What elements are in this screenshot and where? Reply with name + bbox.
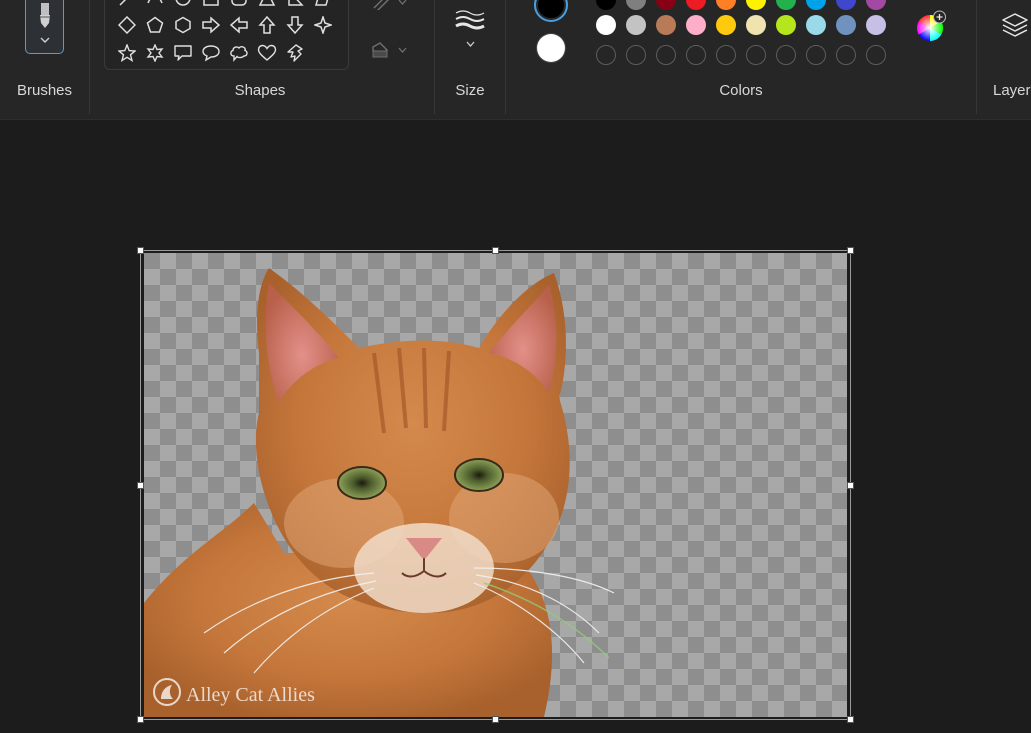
heart-shape-icon[interactable] (255, 42, 279, 64)
arrow-up-shape-icon[interactable] (255, 14, 279, 36)
shapes-label: Shapes (234, 82, 286, 99)
colors-label: Colors (719, 82, 763, 99)
pencil-outline-icon (370, 0, 392, 10)
chevron-down-icon (40, 37, 50, 43)
rounded-rectangle-shape-icon[interactable] (227, 0, 251, 9)
palette-color-swatch[interactable] (686, 15, 706, 35)
palette-color-swatch[interactable] (806, 15, 826, 35)
custom-color-slot[interactable] (626, 45, 646, 65)
chevron-down-icon (398, 47, 407, 53)
custom-color-slot[interactable] (686, 45, 706, 65)
cat-image (144, 268, 615, 717)
star-four-shape-icon[interactable] (311, 14, 335, 36)
size-group: Size (435, 0, 505, 120)
line-shape-icon[interactable] (115, 0, 139, 9)
palette-color-swatch[interactable] (716, 15, 736, 35)
curve-shape-icon[interactable] (143, 0, 167, 9)
custom-color-slot[interactable] (776, 45, 796, 65)
color-wheel-icon (914, 10, 946, 42)
palette-color-swatch[interactable] (746, 15, 766, 35)
colors-group: Colors (506, 0, 976, 120)
resize-handle-right[interactable] (847, 482, 854, 489)
brushes-label: Brushes (16, 82, 73, 99)
resize-handle-left[interactable] (137, 482, 144, 489)
layers-group: Layer (977, 0, 1031, 120)
watermark: Alley Cat Allies (152, 677, 315, 713)
shape-outline-button[interactable] (364, 0, 412, 14)
palette-color-swatch[interactable] (626, 15, 646, 35)
paint-fill-icon (370, 41, 392, 59)
layers-button[interactable] (999, 8, 1031, 42)
resize-handle-top-right[interactable] (847, 247, 854, 254)
arrow-left-shape-icon[interactable] (227, 14, 251, 36)
lightning-shape-icon[interactable] (283, 42, 307, 64)
pentagon-shape-icon[interactable] (143, 14, 167, 36)
triangle-shape-icon[interactable] (255, 0, 279, 9)
palette-color-swatch[interactable] (866, 15, 886, 35)
star-five-shape-icon[interactable] (115, 42, 139, 64)
toolbar-ribbon: Brushes Shapes Size Colors Layer (0, 0, 1031, 120)
custom-color-slot[interactable] (866, 45, 886, 65)
brush-icon (36, 3, 54, 29)
palette-color-swatch[interactable] (596, 15, 616, 35)
secondary-color-swatch[interactable] (536, 33, 566, 63)
resize-handle-bottom-right[interactable] (847, 716, 854, 723)
diamond-shape-icon[interactable] (115, 14, 139, 36)
custom-color-slot[interactable] (716, 45, 736, 65)
callout-cloud-shape-icon[interactable] (227, 42, 251, 64)
layers-icon (1001, 11, 1029, 39)
right-triangle-shape-icon[interactable] (283, 0, 307, 9)
palette-color-swatch[interactable] (656, 15, 676, 35)
resize-handle-top[interactable] (492, 247, 499, 254)
rectangle-shape-icon[interactable] (199, 0, 223, 9)
custom-color-slot[interactable] (746, 45, 766, 65)
chevron-down-icon (466, 41, 475, 47)
layers-label: Layer (993, 82, 1031, 99)
callout-oval-shape-icon[interactable] (199, 42, 223, 64)
star-six-shape-icon[interactable] (143, 42, 167, 64)
brushes-group: Brushes (0, 0, 89, 120)
resize-handle-top-left[interactable] (137, 247, 144, 254)
line-thickness-icon (454, 9, 486, 31)
size-label: Size (455, 82, 485, 99)
edit-colors-button[interactable] (912, 8, 948, 44)
palette-color-swatch[interactable] (776, 15, 796, 35)
oval-shape-icon[interactable] (171, 0, 195, 9)
resize-handle-bottom-left[interactable] (137, 716, 144, 723)
arrow-down-shape-icon[interactable] (283, 14, 307, 36)
custom-color-slot[interactable] (596, 45, 616, 65)
resize-handle-bottom[interactable] (492, 716, 499, 723)
brushes-button[interactable] (25, 0, 64, 54)
hexagon-shape-icon[interactable] (171, 14, 195, 36)
size-button[interactable] (447, 0, 493, 56)
cat-logo-icon (152, 677, 182, 713)
arrow-right-shape-icon[interactable] (199, 14, 223, 36)
watermark-text: Alley Cat Allies (186, 683, 315, 706)
custom-color-slot[interactable] (836, 45, 856, 65)
shape-fill-button[interactable] (364, 38, 412, 62)
custom-color-slot[interactable] (806, 45, 826, 65)
shapes-gallery (104, 0, 349, 70)
callout-rect-shape-icon[interactable] (171, 42, 195, 64)
chevron-down-icon (398, 0, 407, 5)
drawing-canvas[interactable]: Alley Cat Allies (144, 253, 847, 717)
palette-color-swatch[interactable] (836, 15, 856, 35)
parallelogram-shape-icon[interactable] (311, 0, 335, 9)
custom-color-slot[interactable] (656, 45, 676, 65)
